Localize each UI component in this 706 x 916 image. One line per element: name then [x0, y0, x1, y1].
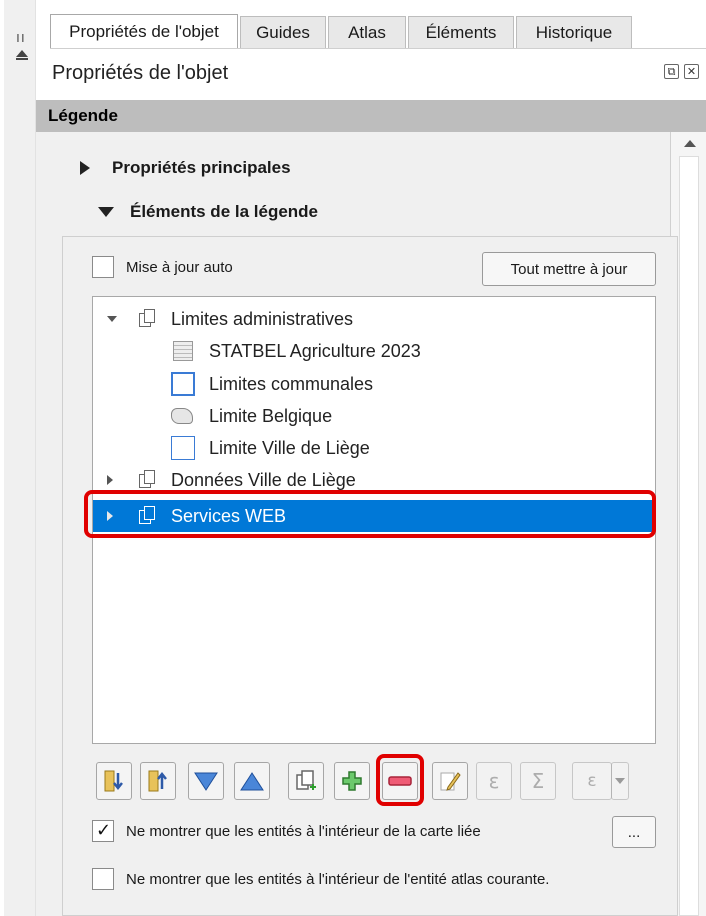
tab-label: Propriétés de l'objet [69, 21, 219, 41]
arrow-up-icon [240, 772, 264, 791]
shape-symbol-icon [171, 408, 193, 424]
tab-bar: Propriétés de l'objet Guides Atlas Éléme… [50, 14, 634, 48]
scroll-up-icon[interactable] [684, 140, 696, 147]
expander-right-icon[interactable] [107, 475, 113, 485]
move-down-arrow-button[interactable] [188, 762, 224, 800]
filter-map-checkbox[interactable]: ✓ [92, 820, 114, 842]
tab-label: Historique [535, 22, 613, 42]
add-item-icon [342, 771, 362, 791]
move-up-arrow-button[interactable] [234, 762, 270, 800]
tree-layer-row[interactable]: Limites communales [171, 368, 373, 400]
polygon-symbol-icon [171, 436, 195, 460]
tab-elements[interactable]: Éléments [408, 16, 514, 48]
filter-atlas-checkbox[interactable] [92, 868, 114, 890]
expression-filter-icon: ε [587, 770, 597, 791]
float-panel-icon[interactable]: ⧉ [664, 64, 679, 79]
move-up-icon [148, 770, 167, 792]
tree-layer-row[interactable]: Limite Belgique [171, 400, 332, 432]
expand-down-icon [98, 207, 114, 217]
group-icon [137, 309, 157, 329]
filter-atlas-label: Ne montrer que les entités à l'intérieur… [126, 871, 550, 888]
tab-guides[interactable]: Guides [240, 16, 326, 48]
collapsible-label: Propriétés principales [112, 158, 291, 177]
update-all-label: Tout mettre à jour [510, 260, 628, 278]
tree-item-label: Limites administratives [171, 308, 354, 329]
panel-header: Propriétés de l'objet ⧉ ✕ [50, 48, 706, 96]
scroll-thumb[interactable] [679, 156, 699, 916]
tab-item-properties[interactable]: Propriétés de l'objet [50, 14, 238, 48]
tree-layer-row[interactable]: STATBEL Agriculture 2023 [173, 335, 421, 367]
add-item-button[interactable] [334, 762, 370, 800]
section-title: Légende [48, 106, 118, 125]
group-icon [137, 470, 157, 490]
collapse-up-icon[interactable] [16, 50, 28, 57]
polygon-symbol-icon [171, 372, 195, 396]
selection-highlight-frame [84, 490, 656, 538]
expression-button[interactable]: ε [476, 762, 512, 800]
collapsible-main-properties[interactable]: Propriétés principales [40, 158, 291, 178]
add-group-button[interactable] [288, 762, 324, 800]
move-up-button[interactable] [140, 762, 176, 800]
tree-item-label: Limite Ville de Liège [209, 437, 370, 458]
dropdown-icon [615, 778, 625, 784]
update-all-button[interactable]: Tout mettre à jour [482, 252, 656, 286]
add-group-icon [296, 770, 316, 790]
edit-item-icon [440, 772, 461, 791]
collapsible-legend-items[interactable]: Éléments de la légende [40, 202, 318, 222]
edit-item-button[interactable] [432, 762, 468, 800]
move-down-button[interactable] [96, 762, 132, 800]
expander-down-icon[interactable] [107, 316, 117, 322]
tree-item-label: Limites communales [209, 373, 374, 394]
close-panel-icon[interactable]: ✕ [684, 64, 699, 79]
grip-dots-icon: ıı [16, 30, 26, 46]
tree-group-row[interactable]: Limites administratives [107, 303, 353, 335]
tree-item-label: Données Ville de Liège [171, 469, 356, 490]
sum-icon: Σ [531, 769, 545, 793]
tab-history[interactable]: Historique [516, 16, 632, 48]
section-header: Légende [36, 100, 706, 132]
tab-label: Guides [256, 22, 310, 42]
collapsible-label: Éléments de la légende [130, 202, 319, 221]
move-down-icon [104, 770, 123, 792]
expression-filter-button[interactable]: ε [572, 762, 612, 800]
remove-button-highlight-frame [376, 754, 424, 806]
sum-button[interactable]: Σ [520, 762, 556, 800]
tree-layer-row[interactable]: Limite Ville de Liège [171, 432, 370, 464]
table-icon [173, 341, 193, 361]
tab-atlas[interactable]: Atlas [328, 16, 406, 48]
tab-label: Atlas [348, 22, 386, 42]
tab-label: Éléments [425, 22, 497, 42]
expression-filter-dropdown[interactable] [611, 762, 629, 800]
auto-update-checkbox[interactable] [92, 256, 114, 278]
options-label: ... [627, 823, 641, 841]
dock-grip[interactable]: ıı [4, 0, 43, 916]
expression-icon: ε [488, 769, 500, 793]
filter-map-options-button[interactable]: ... [612, 816, 656, 848]
arrow-down-icon [194, 772, 218, 791]
tree-item-label: STATBEL Agriculture 2023 [209, 340, 421, 361]
auto-update-label: Mise à jour auto [126, 259, 233, 276]
expand-right-icon [80, 161, 90, 175]
check-icon: ✓ [96, 820, 112, 841]
panel-title: Propriétés de l'objet [52, 62, 229, 84]
filter-map-label: Ne montrer que les entités à l'intérieur… [126, 823, 481, 840]
tree-item-label: Limite Belgique [209, 405, 333, 426]
collapse-bar-icon [16, 58, 28, 60]
